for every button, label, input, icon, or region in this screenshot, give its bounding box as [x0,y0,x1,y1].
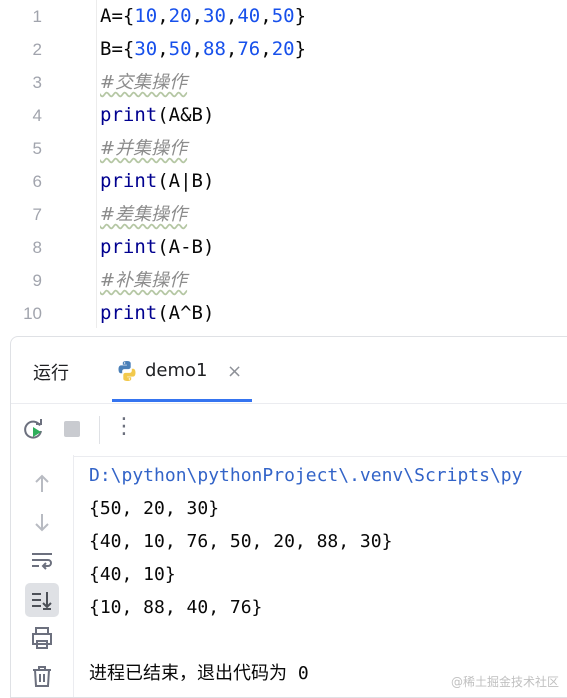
line-number: 2 [32,40,42,59]
code-token: print [100,170,158,192]
code-token: A={ [100,5,135,27]
code-line[interactable]: 4 print(A&B) [0,99,567,132]
code-line[interactable]: 7 #差集操作 [0,198,567,231]
run-tool-window: 运行 demo1 × ⋮ D:\python\pythonProject\.ve… [10,336,567,698]
code-token: #差集操作 [100,204,188,225]
run-header: 运行 demo1 × [11,337,567,403]
close-icon[interactable]: × [227,361,242,382]
line-number: 10 [23,304,42,323]
code-text: #交集操作 [100,66,187,99]
code-line[interactable]: 10 print(A^B) [0,297,567,328]
line-number: 6 [32,172,42,191]
code-text: #差集操作 [100,198,187,231]
more-options-icon[interactable]: ⋮ [111,414,137,440]
line-number: 3 [32,73,42,92]
exit-message: 进程已结束，退出代码为 0 [89,663,309,684]
code-token: 76 [237,38,261,60]
arrow-down-icon[interactable] [27,507,57,537]
code-text: B={30,50,88,76,20} [100,33,306,66]
code-line[interactable]: 9 #补集操作 [0,264,567,297]
line-number: 7 [32,205,42,224]
code-token: #并集操作 [100,138,188,159]
code-line[interactable]: 8 print(A-B) [0,231,567,264]
code-token: #补集操作 [100,270,188,291]
tab-label: demo1 [145,360,208,381]
code-line[interactable]: 6 print(A|B) [0,165,567,198]
code-token: , [191,38,204,60]
code-token: 50 [271,5,295,27]
command-line[interactable]: D:\python\pythonProject\.venv\Scripts\py [89,459,522,492]
code-token: (A&B) [157,104,215,126]
scroll-to-end-icon[interactable] [27,585,57,615]
code-text: print(A-B) [100,231,214,264]
output-line: {40, 10} [89,564,176,585]
code-text: print(A^B) [100,297,214,328]
active-tab-indicator [112,399,252,402]
line-number: 4 [32,106,42,125]
stop-icon[interactable] [59,416,85,442]
code-token: (A^B) [157,302,215,324]
trash-icon[interactable] [27,661,57,691]
code-token: (A|B) [157,170,215,192]
run-panel-title: 运行 [33,363,69,384]
code-token: #交集操作 [100,72,188,93]
watermark: @稀土掘金技术社区 [450,675,559,689]
soft-wrap-icon[interactable] [27,545,57,575]
rerun-icon[interactable] [21,416,47,442]
output-line: {50, 20, 30} [89,498,220,519]
code-line[interactable]: 1 A={10,20,30,40,50} [0,0,567,33]
code-token: } [294,38,307,60]
code-token: 30 [134,38,158,60]
code-token: 20 [271,38,295,60]
code-token: , [225,38,238,60]
code-line[interactable]: 3 #交集操作 [0,66,567,99]
code-token: B={ [100,38,135,60]
toolbar-separator [99,416,100,444]
code-token: (A-B) [157,236,215,258]
code-token: print [100,104,158,126]
code-text: print(A|B) [100,165,214,198]
line-number: 1 [32,7,42,26]
code-token: 40 [237,5,261,27]
line-number: 8 [32,238,42,257]
code-token: } [294,5,307,27]
console-output[interactable]: D:\python\pythonProject\.venv\Scripts\py… [89,455,567,697]
code-token: print [100,302,158,324]
code-line[interactable]: 5 #并集操作 [0,132,567,165]
code-text: #并集操作 [100,132,187,165]
code-token: print [100,236,158,258]
code-token: 50 [168,38,192,60]
code-token: , [225,5,238,27]
output-line: {40, 10, 76, 50, 20, 88, 30} [89,531,393,552]
code-line[interactable]: 2 B={30,50,88,76,20} [0,33,567,66]
code-text: print(A&B) [100,99,214,132]
code-editor[interactable]: 1 A={10,20,30,40,50} 2 B={30,50,88,76,20} 3 #… [0,0,567,328]
line-number: 5 [32,139,42,158]
print-icon[interactable] [27,623,57,653]
code-text: A={10,20,30,40,50} [100,0,306,33]
python-icon [118,361,136,381]
run-toolbar: ⋮ [11,403,567,457]
code-token: , [260,38,272,60]
line-number: 9 [32,271,42,290]
code-token: , [191,5,204,27]
code-token: , [157,38,169,60]
code-token: , [157,5,169,27]
code-token: 88 [203,38,226,60]
arrow-up-icon[interactable] [27,469,57,499]
code-token: 30 [203,5,226,27]
console-side-toolbar [11,455,74,697]
code-token: 10 [134,5,158,27]
output-line: {10, 88, 40, 76} [89,597,263,618]
code-text: #补集操作 [100,264,187,297]
code-token: , [260,5,272,27]
code-token: 20 [168,5,192,27]
